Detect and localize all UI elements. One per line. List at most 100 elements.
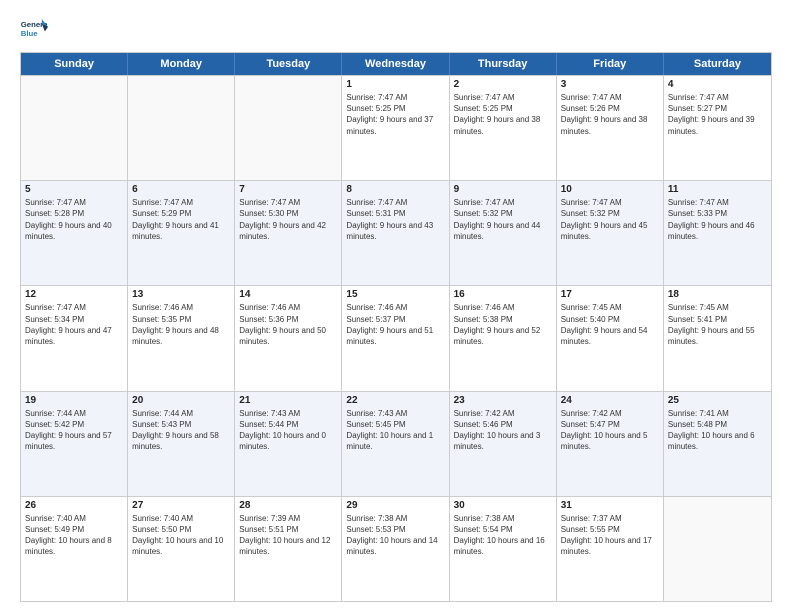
cell-info: Sunrise: 7:45 AM Sunset: 5:40 PM Dayligh…	[561, 302, 659, 347]
cell-info: Sunrise: 7:47 AM Sunset: 5:26 PM Dayligh…	[561, 92, 659, 137]
calendar-week: 5 Sunrise: 7:47 AM Sunset: 5:28 PM Daylig…	[21, 180, 771, 285]
cell-info: Sunrise: 7:46 AM Sunset: 5:37 PM Dayligh…	[346, 302, 444, 347]
calendar-cell: 12 Sunrise: 7:47 AM Sunset: 5:34 PM Dayli…	[21, 286, 128, 390]
calendar-cell: 21Sunrise: 7:43 AM Sunset: 5:44 PM Dayli…	[235, 392, 342, 496]
day-number: 18	[668, 289, 767, 300]
calendar: SundayMondayTuesdayWednesdayThursdayFrid…	[20, 52, 772, 602]
calendar-cell: 2 Sunrise: 7:47 AM Sunset: 5:25 PM Daylig…	[450, 76, 557, 180]
calendar-cell: 24 Sunrise: 7:42 AM Sunset: 5:47 PM Dayli…	[557, 392, 664, 496]
calendar-header-cell: Friday	[557, 53, 664, 75]
calendar-week: 1 Sunrise: 7:47 AM Sunset: 5:25 PM Daylig…	[21, 75, 771, 180]
day-number: 5	[25, 184, 123, 195]
calendar-cell: 17Sunrise: 7:45 AM Sunset: 5:40 PM Dayli…	[557, 286, 664, 390]
day-number: 3	[561, 79, 659, 90]
day-number: 24	[561, 395, 659, 406]
cell-info: Sunrise: 7:37 AM Sunset: 5:55 PM Dayligh…	[561, 513, 659, 558]
calendar-cell: 13 Sunrise: 7:46 AM Sunset: 5:35 PM Dayli…	[128, 286, 235, 390]
day-number: 26	[25, 500, 123, 511]
calendar-cell: 28Sunrise: 7:39 AM Sunset: 5:51 PM Dayli…	[235, 497, 342, 601]
day-number: 6	[132, 184, 230, 195]
calendar-cell	[128, 76, 235, 180]
cell-info: Sunrise: 7:46 AM Sunset: 5:35 PM Dayligh…	[132, 302, 230, 347]
cell-info: Sunrise: 7:47 AM Sunset: 5:25 PM Dayligh…	[454, 92, 552, 137]
day-number: 15	[346, 289, 444, 300]
calendar-header-cell: Monday	[128, 53, 235, 75]
day-number: 13	[132, 289, 230, 300]
day-number: 16	[454, 289, 552, 300]
cell-info: Sunrise: 7:47 AM Sunset: 5:30 PM Dayligh…	[239, 197, 337, 242]
calendar-cell: 29 Sunrise: 7:38 AM Sunset: 5:53 PM Dayli…	[342, 497, 449, 601]
calendar-week: 12 Sunrise: 7:47 AM Sunset: 5:34 PM Dayli…	[21, 285, 771, 390]
calendar-cell: 8 Sunrise: 7:47 AM Sunset: 5:31 PM Daylig…	[342, 181, 449, 285]
cell-info: Sunrise: 7:39 AM Sunset: 5:51 PM Dayligh…	[239, 513, 337, 558]
calendar-body: 1 Sunrise: 7:47 AM Sunset: 5:25 PM Daylig…	[21, 75, 771, 601]
cell-info: Sunrise: 7:45 AM Sunset: 5:41 PM Dayligh…	[668, 302, 767, 347]
calendar-cell: 25 Sunrise: 7:41 AM Sunset: 5:48 PM Dayli…	[664, 392, 771, 496]
day-number: 19	[25, 395, 123, 406]
day-number: 12	[25, 289, 123, 300]
calendar-cell: 20Sunrise: 7:44 AM Sunset: 5:43 PM Dayli…	[128, 392, 235, 496]
calendar-cell: 6 Sunrise: 7:47 AM Sunset: 5:29 PM Daylig…	[128, 181, 235, 285]
calendar-header-cell: Saturday	[664, 53, 771, 75]
day-number: 29	[346, 500, 444, 511]
day-number: 25	[668, 395, 767, 406]
cell-info: Sunrise: 7:38 AM Sunset: 5:53 PM Dayligh…	[346, 513, 444, 558]
calendar-cell	[21, 76, 128, 180]
calendar-week: 26 Sunrise: 7:40 AM Sunset: 5:49 PM Dayli…	[21, 496, 771, 601]
day-number: 23	[454, 395, 552, 406]
cell-info: Sunrise: 7:41 AM Sunset: 5:48 PM Dayligh…	[668, 408, 767, 453]
calendar-cell: 7 Sunrise: 7:47 AM Sunset: 5:30 PM Daylig…	[235, 181, 342, 285]
day-number: 7	[239, 184, 337, 195]
cell-info: Sunrise: 7:43 AM Sunset: 5:45 PM Dayligh…	[346, 408, 444, 453]
calendar-cell: 27Sunrise: 7:40 AM Sunset: 5:50 PM Dayli…	[128, 497, 235, 601]
day-number: 30	[454, 500, 552, 511]
cell-info: Sunrise: 7:46 AM Sunset: 5:36 PM Dayligh…	[239, 302, 337, 347]
calendar-header-cell: Wednesday	[342, 53, 449, 75]
calendar-cell: 4 Sunrise: 7:47 AM Sunset: 5:27 PM Daylig…	[664, 76, 771, 180]
cell-info: Sunrise: 7:46 AM Sunset: 5:38 PM Dayligh…	[454, 302, 552, 347]
calendar-cell: 10 Sunrise: 7:47 AM Sunset: 5:32 PM Dayli…	[557, 181, 664, 285]
cell-info: Sunrise: 7:44 AM Sunset: 5:42 PM Dayligh…	[25, 408, 123, 453]
day-number: 20	[132, 395, 230, 406]
calendar-cell: 30 Sunrise: 7:38 AM Sunset: 5:54 PM Dayli…	[450, 497, 557, 601]
cell-info: Sunrise: 7:47 AM Sunset: 5:32 PM Dayligh…	[561, 197, 659, 242]
calendar-cell: 15 Sunrise: 7:46 AM Sunset: 5:37 PM Dayli…	[342, 286, 449, 390]
calendar-cell: 16 Sunrise: 7:46 AM Sunset: 5:38 PM Dayli…	[450, 286, 557, 390]
cell-info: Sunrise: 7:43 AM Sunset: 5:44 PM Dayligh…	[239, 408, 337, 453]
day-number: 1	[346, 79, 444, 90]
calendar-cell: 5 Sunrise: 7:47 AM Sunset: 5:28 PM Daylig…	[21, 181, 128, 285]
logo: General Blue	[20, 16, 52, 44]
day-number: 11	[668, 184, 767, 195]
cell-info: Sunrise: 7:47 AM Sunset: 5:27 PM Dayligh…	[668, 92, 767, 137]
day-number: 4	[668, 79, 767, 90]
calendar-cell: 22Sunrise: 7:43 AM Sunset: 5:45 PM Dayli…	[342, 392, 449, 496]
cell-info: Sunrise: 7:40 AM Sunset: 5:49 PM Dayligh…	[25, 513, 123, 558]
cell-info: Sunrise: 7:42 AM Sunset: 5:46 PM Dayligh…	[454, 408, 552, 453]
calendar-cell: 3 Sunrise: 7:47 AM Sunset: 5:26 PM Daylig…	[557, 76, 664, 180]
cell-info: Sunrise: 7:38 AM Sunset: 5:54 PM Dayligh…	[454, 513, 552, 558]
calendar-cell: 31 Sunrise: 7:37 AM Sunset: 5:55 PM Dayli…	[557, 497, 664, 601]
calendar-cell: 26 Sunrise: 7:40 AM Sunset: 5:49 PM Dayli…	[21, 497, 128, 601]
cell-info: Sunrise: 7:47 AM Sunset: 5:29 PM Dayligh…	[132, 197, 230, 242]
cell-info: Sunrise: 7:40 AM Sunset: 5:50 PM Dayligh…	[132, 513, 230, 558]
cell-info: Sunrise: 7:47 AM Sunset: 5:31 PM Dayligh…	[346, 197, 444, 242]
calendar-cell: 23 Sunrise: 7:42 AM Sunset: 5:46 PM Dayli…	[450, 392, 557, 496]
day-number: 31	[561, 500, 659, 511]
cell-info: Sunrise: 7:47 AM Sunset: 5:28 PM Dayligh…	[25, 197, 123, 242]
cell-info: Sunrise: 7:47 AM Sunset: 5:25 PM Dayligh…	[346, 92, 444, 137]
calendar-cell: 18 Sunrise: 7:45 AM Sunset: 5:41 PM Dayli…	[664, 286, 771, 390]
cell-info: Sunrise: 7:47 AM Sunset: 5:34 PM Dayligh…	[25, 302, 123, 347]
calendar-header: SundayMondayTuesdayWednesdayThursdayFrid…	[21, 53, 771, 75]
day-number: 10	[561, 184, 659, 195]
calendar-header-cell: Sunday	[21, 53, 128, 75]
calendar-cell: 9Sunrise: 7:47 AM Sunset: 5:32 PM Daylig…	[450, 181, 557, 285]
calendar-cell	[664, 497, 771, 601]
day-number: 2	[454, 79, 552, 90]
calendar-header-cell: Tuesday	[235, 53, 342, 75]
cell-info: Sunrise: 7:42 AM Sunset: 5:47 PM Dayligh…	[561, 408, 659, 453]
day-number: 14	[239, 289, 337, 300]
cell-info: Sunrise: 7:47 AM Sunset: 5:33 PM Dayligh…	[668, 197, 767, 242]
day-number: 8	[346, 184, 444, 195]
cell-info: Sunrise: 7:47 AM Sunset: 5:32 PM Dayligh…	[454, 197, 552, 242]
calendar-cell	[235, 76, 342, 180]
